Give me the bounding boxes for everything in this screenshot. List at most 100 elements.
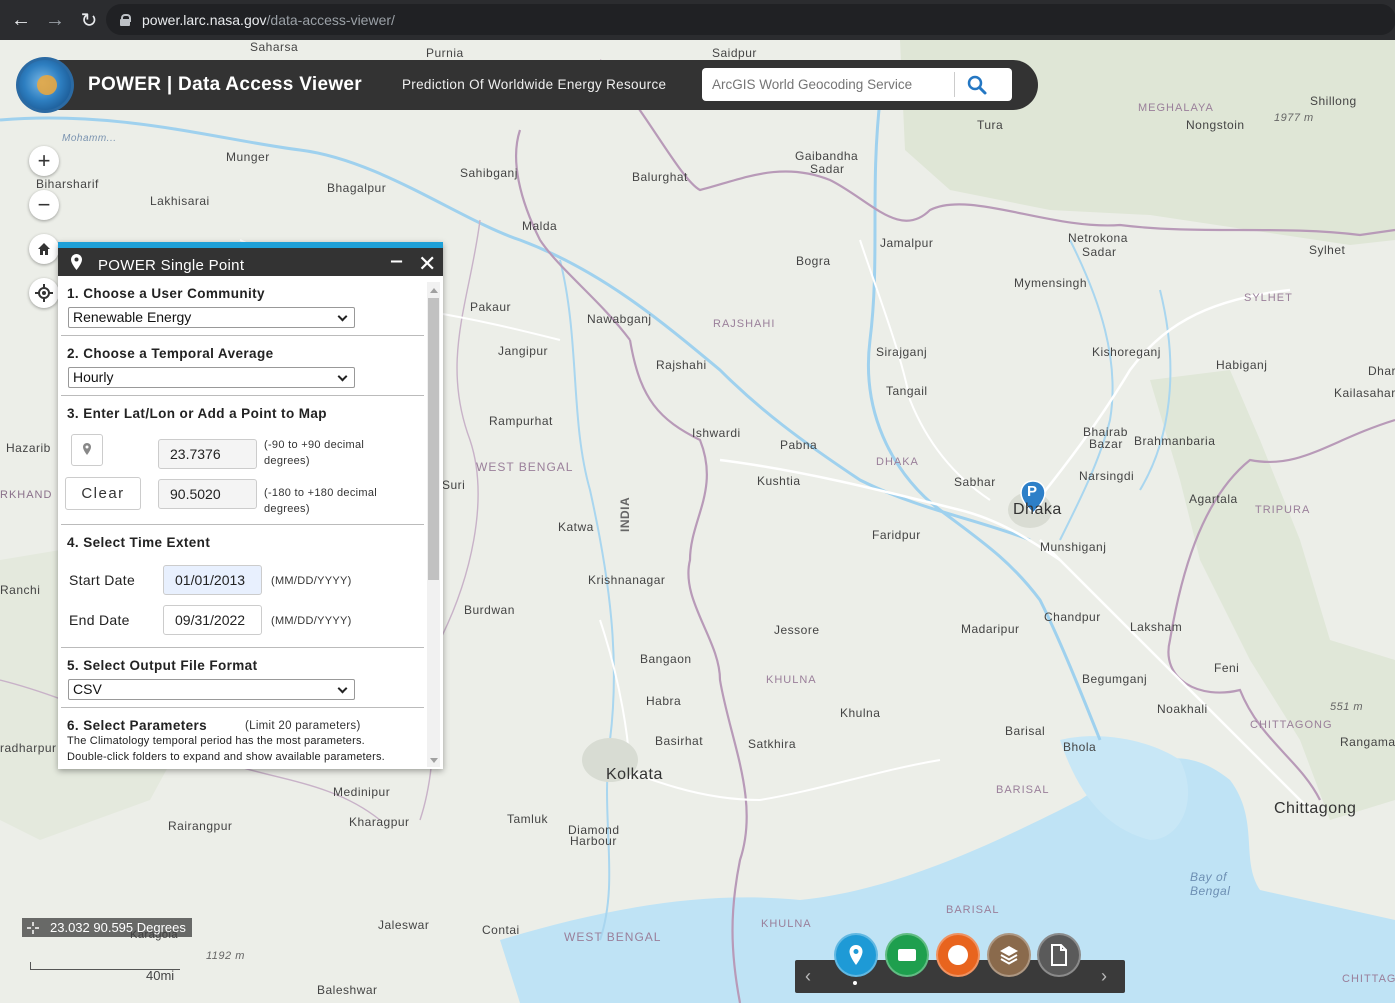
global-tool-button[interactable] (936, 933, 980, 977)
dock-next-button[interactable]: › (1101, 966, 1107, 987)
map-label: Chandpur (1044, 610, 1101, 624)
start-date-input[interactable]: 01/01/2013 (163, 565, 262, 595)
document-icon (1051, 944, 1067, 966)
map-label: CHITTAG (1342, 973, 1395, 985)
single-point-tool-button[interactable] (834, 933, 878, 977)
map-label: Mohamm... (62, 133, 117, 144)
home-button[interactable] (29, 234, 59, 264)
map-label: Medinipur (333, 785, 391, 799)
layers-tool-button[interactable] (987, 933, 1031, 977)
url-path: /data-access-viewer/ (266, 11, 395, 28)
output-format-select[interactable]: CSV (68, 679, 355, 700)
crosshair-icon[interactable] (26, 921, 40, 935)
app-title: POWER | Data Access Viewer (88, 74, 362, 95)
circle-icon (948, 945, 968, 965)
minus-icon: − (37, 192, 51, 217)
map-label: Pakaur (470, 300, 512, 314)
map-label: Tangail (886, 384, 928, 398)
map-label: BARISAL (996, 784, 1050, 796)
map-label: Rangama (1340, 735, 1395, 749)
zoom-out-button[interactable]: − (29, 190, 59, 220)
map-label: Malda (522, 219, 558, 233)
scroll-up-icon[interactable] (430, 288, 438, 293)
panel-body: 1. Choose a User Community Renewable Ene… (58, 276, 425, 769)
address-bar[interactable]: power.larc.nasa.gov/data-access-viewer/ (106, 4, 1395, 35)
document-tool-button[interactable] (1037, 933, 1081, 977)
section-title: 4. Select Time Extent (67, 535, 211, 550)
map-label: Habra (646, 694, 682, 708)
forward-icon[interactable]: → (42, 7, 68, 33)
map-label: WEST BENGAL (476, 460, 574, 474)
pin-icon (71, 254, 82, 275)
map-label: Bay of (1190, 870, 1228, 884)
section-title: 1. Choose a User Community (67, 286, 265, 301)
map-label: KHULNA (761, 918, 812, 930)
coordinate-readout: 23.032 90.595 Degrees (22, 918, 192, 937)
map-label: RKHAND (0, 489, 53, 501)
clear-button[interactable]: Clear (65, 477, 141, 510)
map-label: Noakhali (1157, 702, 1208, 716)
map-label: CHITTAGONG (1250, 719, 1333, 731)
minimize-button[interactable]: ‒ (391, 250, 402, 273)
map-label: Agartala (1189, 492, 1238, 506)
map-label: Chittagong (1274, 800, 1357, 817)
map-label: Harbour (570, 834, 617, 848)
locate-icon (35, 284, 53, 302)
map-label: Basirhat (655, 734, 704, 748)
home-icon (38, 243, 50, 255)
geocode-search-input[interactable] (712, 72, 952, 96)
map-label: Laksham (1130, 620, 1183, 634)
parameters-note: Double-click folders to expand and show … (67, 751, 385, 763)
reload-icon[interactable]: ↻ (76, 7, 102, 33)
map-label: RAJSHAHI (713, 318, 776, 330)
section-title: 2. Choose a Temporal Average (67, 346, 274, 361)
map-label: Rampurhat (489, 414, 553, 428)
latitude-input[interactable]: 23.7376 (158, 439, 257, 469)
geocoder (702, 68, 1012, 101)
zoom-in-button[interactable]: + (29, 146, 59, 176)
section-time-extent: 4. Select Time Extent Start Date 01/01/2… (61, 525, 424, 648)
scroll-thumb[interactable] (428, 298, 439, 580)
longitude-input[interactable]: 90.5020 (158, 479, 257, 509)
map-label: Begumganj (1082, 672, 1148, 686)
map-label: Burdwan (464, 603, 515, 617)
map-label: Nawabganj (587, 312, 652, 326)
scroll-down-icon[interactable] (430, 758, 438, 763)
dock-prev-button[interactable]: ‹ (805, 966, 811, 987)
add-point-button[interactable] (71, 434, 103, 466)
map-label: Kharagpur (349, 815, 410, 829)
search-divider (954, 72, 955, 97)
map-label: DHAKA (876, 456, 919, 468)
back-icon[interactable]: ← (8, 7, 34, 33)
map-label: SYLHET (1244, 292, 1293, 304)
temporal-average-select[interactable]: Hourly (68, 367, 355, 388)
map-label: BARISAL (946, 904, 1000, 916)
map-label: Satkhira (748, 737, 797, 751)
close-button[interactable]: ✕ (418, 251, 436, 277)
panel-header: POWER Single Point ‒ ✕ (58, 248, 443, 276)
map-label: Narsingdi (1079, 469, 1135, 483)
map-label: Purnia (426, 46, 464, 60)
search-icon[interactable] (964, 72, 990, 98)
map-label: Sadar (1082, 245, 1117, 259)
map-label: Sadar (810, 162, 845, 176)
map-label: Balurghat (632, 170, 688, 184)
regional-tool-button[interactable] (885, 933, 929, 977)
longitude-hint: (-180 to +180 decimal degrees) (264, 487, 378, 515)
map-label: Gaibandha (795, 149, 859, 163)
map-label: radharpur (0, 741, 57, 755)
panel-scrollbar[interactable] (427, 282, 440, 767)
end-date-input[interactable]: 09/31/2022 (163, 605, 262, 635)
map-label: Suri (442, 478, 466, 492)
map-label: 1192 m (206, 950, 245, 962)
map-label: Netrokona (1068, 231, 1128, 245)
map-label: Contai (482, 923, 520, 937)
section-title: 6. Select Parameters (67, 718, 208, 733)
map-label: Katwa (558, 520, 594, 534)
single-point-panel: POWER Single Point ‒ ✕ 1. Choose a User … (58, 242, 443, 769)
map-label: Kolkata (606, 766, 663, 783)
map-label: Saidpur (712, 46, 757, 60)
coordinate-text: 23.032 90.595 Degrees (50, 920, 186, 935)
locate-button[interactable] (29, 278, 59, 308)
user-community-select[interactable]: Renewable Energy (68, 307, 355, 328)
